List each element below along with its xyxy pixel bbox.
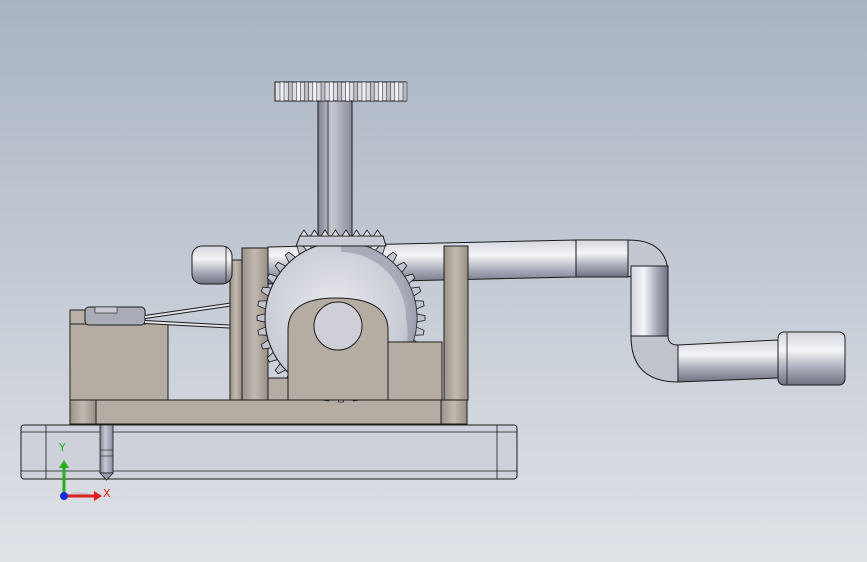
knurl-ridge xyxy=(402,81,408,102)
gear-tooth xyxy=(416,313,426,323)
right-upright[interactable] xyxy=(443,245,469,401)
x-axis-label: X xyxy=(103,487,111,500)
mechanism-model[interactable] xyxy=(0,0,867,562)
pinion-tooth xyxy=(351,229,362,237)
knurl-ridge xyxy=(337,81,342,102)
knurl-ridge xyxy=(345,81,350,102)
knurl-ridge xyxy=(369,81,375,102)
knurl-ridge xyxy=(320,81,326,102)
frame-beam[interactable] xyxy=(69,399,468,425)
pinion-tooth xyxy=(362,229,372,237)
top-handwheel[interactable] xyxy=(274,81,408,102)
knurl-ridge xyxy=(296,81,301,102)
knurl-ridge xyxy=(378,81,383,102)
cad-3d-viewport[interactable]: X Y xyxy=(0,0,867,562)
vertical-shaft[interactable] xyxy=(317,99,353,239)
pinion-tooth xyxy=(299,229,309,237)
knurl-ridge xyxy=(312,81,318,102)
knurl-ridge xyxy=(287,81,293,102)
knurl-ridge xyxy=(386,81,391,102)
pinion-tooth xyxy=(372,229,383,237)
gear-tooth xyxy=(256,313,266,323)
knurl-ridge xyxy=(353,81,359,102)
knurl-ridge xyxy=(361,81,367,102)
knurl-ridge xyxy=(394,81,400,102)
knurl-ridge xyxy=(279,81,285,102)
knurl-ridge xyxy=(328,81,334,102)
left-upright[interactable] xyxy=(229,247,269,401)
pinion-tooth xyxy=(309,229,320,237)
knurl-ridge xyxy=(304,81,309,102)
triad-origin xyxy=(60,492,68,500)
y-axis-label: Y xyxy=(59,441,66,454)
